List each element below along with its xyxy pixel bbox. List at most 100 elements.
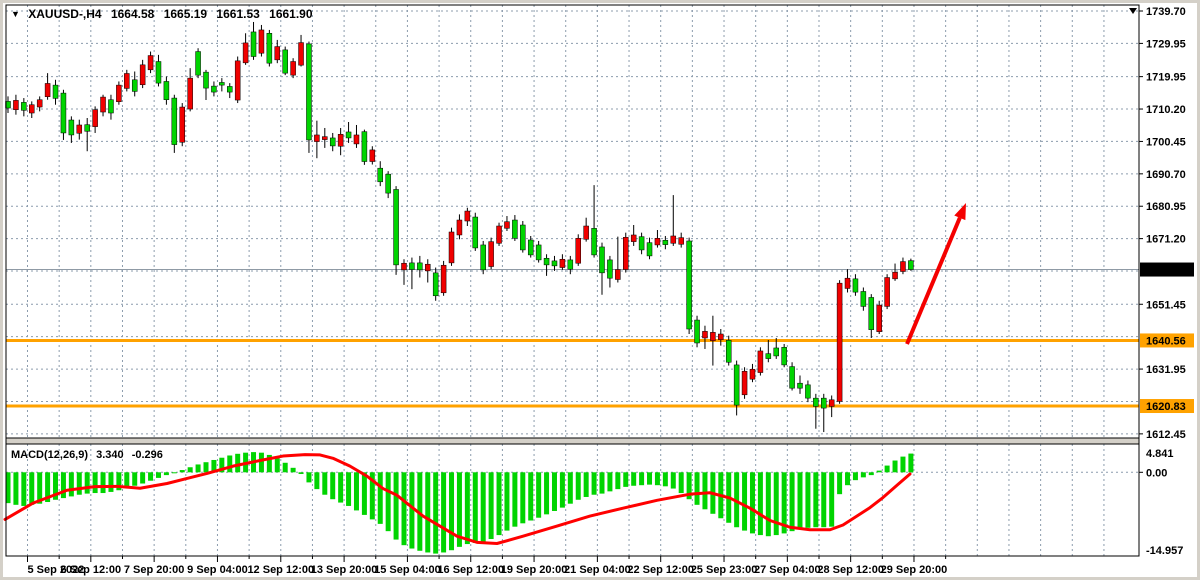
price-axis-label[interactable]: 1612.45 [1146, 429, 1186, 441]
candle-down [528, 240, 533, 255]
macd-scale-min[interactable]: -14.957 [1146, 545, 1183, 557]
candle-up [560, 259, 565, 267]
macd-histogram-bar [85, 472, 90, 493]
time-axis-label[interactable]: 7 Sep 20:00 [124, 564, 185, 576]
time-axis-label[interactable]: 28 Sep 12:00 [817, 564, 884, 576]
time-axis-label[interactable]: 15 Sep 04:00 [374, 564, 441, 576]
time-axis-label[interactable]: 27 Sep 04:00 [754, 564, 821, 576]
pane-separator[interactable] [6, 438, 1139, 444]
time-axis-label[interactable]: 22 Sep 12:00 [627, 564, 694, 576]
candle-down [512, 220, 517, 238]
macd-histogram-bar [695, 472, 700, 505]
level-price-label[interactable]: 1620.83 [1146, 401, 1186, 413]
time-axis-label[interactable]: 6 Sep 12:00 [61, 564, 122, 576]
price-axis-label[interactable]: 1651.45 [1146, 299, 1186, 311]
macd-histogram-bar [93, 472, 98, 493]
macd-histogram-bar [592, 472, 597, 494]
candle-down [639, 237, 644, 250]
macd-histogram-bar [489, 472, 494, 539]
candle-down [663, 240, 668, 244]
candle-down [600, 247, 605, 273]
chart-canvas[interactable]: 1739.70 1729.95 1719.95 1710.20 1700.45 1690.… [3, 3, 1197, 577]
symbol-dropdown-icon[interactable]: ▼ [11, 9, 20, 19]
macd-histogram-bar [560, 472, 565, 507]
macd-name: MACD(12,26,9) [11, 449, 88, 461]
time-axis-label[interactable]: 13 Sep 20:00 [311, 564, 378, 576]
candle-up [370, 150, 375, 162]
macd-indicator-label: MACD(12,26,9) 3.340 -0.296 [11, 449, 168, 461]
candle-down [219, 82, 224, 85]
candle-up [710, 332, 715, 340]
price-axis-label[interactable]: 1671.20 [1146, 234, 1186, 246]
macd-histogram-bar [449, 472, 454, 550]
ohlc-close: 1661.90 [269, 7, 312, 21]
price-axis-label[interactable]: 1700.45 [1146, 136, 1186, 148]
price-axis-label[interactable]: 1719.95 [1146, 72, 1186, 84]
price-axis-label[interactable]: 1739.70 [1146, 6, 1186, 18]
time-axis-label[interactable]: 19 Sep 20:00 [501, 564, 568, 576]
candle-up [900, 262, 905, 272]
macd-histogram-bar [386, 472, 391, 531]
macd-histogram-bar [322, 472, 327, 494]
macd-histogram-bar [433, 472, 438, 553]
candle-up [235, 61, 240, 100]
macd-histogram-bar [425, 472, 430, 552]
candle-up [101, 97, 106, 112]
main-pane-border [6, 5, 1139, 438]
candle-down [267, 33, 272, 63]
candle-up [742, 371, 747, 395]
chart-drawing: 1739.70 1729.95 1719.95 1710.20 1700.45 1690.… [3, 3, 1197, 577]
price-axis-label[interactable]: 1729.95 [1146, 38, 1186, 50]
price-axis-label[interactable]: 1690.70 [1146, 169, 1186, 181]
macd-histogram-bar [639, 472, 644, 485]
candle-up [465, 211, 470, 221]
candle-up [885, 278, 890, 307]
macd-histogram-bar [362, 472, 367, 515]
candle-down [108, 100, 113, 113]
price-axis-label[interactable]: 1680.95 [1146, 201, 1186, 213]
time-axis-label[interactable]: 25 Sep 23:00 [691, 564, 758, 576]
candle-up [504, 222, 509, 229]
time-axis-label[interactable]: 29 Sep 20:00 [881, 564, 948, 576]
macd-scale-max[interactable]: 4.841 [1146, 448, 1174, 460]
candle-down [473, 217, 478, 248]
candle-up [354, 135, 359, 144]
candle-down [53, 85, 58, 98]
macd-scale-zero[interactable]: 0.00 [1146, 467, 1167, 479]
time-axis-label[interactable]: 9 Sep 04:00 [187, 564, 248, 576]
macd-histogram-bar [164, 472, 169, 475]
mt4-chart-window: { "header": { "dropdown_glyph": "▼", "sy… [0, 0, 1200, 580]
candle-up [702, 331, 707, 338]
macd-histogram-bar [631, 472, 636, 485]
candle-down [821, 398, 826, 408]
chart-shift-marker [1129, 8, 1137, 14]
time-axis-label[interactable]: 21 Sep 04:00 [564, 564, 631, 576]
price-axis-label[interactable]: 1631.95 [1146, 364, 1186, 376]
macd-histogram-bar [893, 461, 898, 473]
candle-down [544, 258, 549, 265]
candle-down [132, 80, 137, 92]
macd-histogram-bar [188, 467, 193, 472]
candle-up [140, 65, 145, 85]
candle-up [877, 305, 882, 332]
price-axis-label[interactable]: 1710.20 [1146, 104, 1186, 116]
macd-histogram-bar [21, 472, 26, 506]
candle-down [283, 50, 288, 73]
macd-histogram-bar [227, 455, 232, 472]
level-price-label[interactable]: 1640.56 [1146, 335, 1186, 347]
macd-histogram-bar [473, 472, 478, 543]
candle-down [798, 383, 803, 388]
candle-up [180, 107, 185, 142]
macd-histogram-bar [766, 472, 771, 536]
candle-up [845, 278, 850, 288]
macd-histogram-bar [750, 472, 755, 533]
candle-up [338, 134, 343, 146]
time-axis-label[interactable]: 16 Sep 12:00 [437, 564, 504, 576]
macd-histogram-bar [798, 472, 803, 529]
time-axis-label[interactable]: 12 Sep 12:00 [247, 564, 314, 576]
candle-down [251, 32, 256, 57]
macd-histogram-bar [465, 472, 470, 544]
candle-down [394, 189, 399, 264]
current-price-label[interactable]: 1661.90 [1146, 265, 1186, 277]
macd-histogram-bar [497, 472, 502, 535]
